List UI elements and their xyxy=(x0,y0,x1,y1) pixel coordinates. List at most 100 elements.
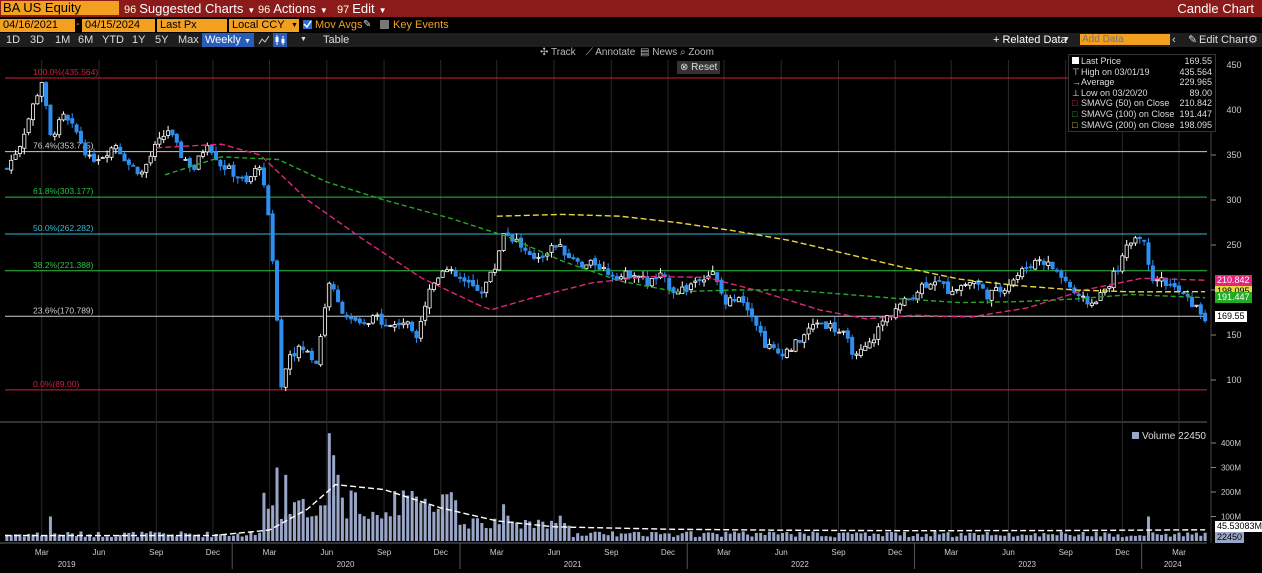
candle-body xyxy=(928,283,933,290)
volume-bar xyxy=(367,518,371,541)
reset-button[interactable]: ⊗ Reset xyxy=(677,61,721,74)
start-date-field[interactable]: 04/16/2021 xyxy=(0,19,75,32)
volume-bar xyxy=(454,500,458,541)
year-tick-label: 2019 xyxy=(58,560,76,569)
actions-menu[interactable]: 96 Actions ▼ xyxy=(258,0,328,17)
end-date-field[interactable]: 04/15/2024 xyxy=(82,19,155,32)
moving-average-line xyxy=(164,156,1206,304)
volume-bar xyxy=(850,533,854,541)
volume-bar xyxy=(384,512,388,541)
suggested-charts-menu[interactable]: 96 Suggested Charts ▼ xyxy=(124,0,255,17)
month-tick-label: Jun xyxy=(93,548,106,557)
candle-body xyxy=(1037,259,1042,262)
candle-body xyxy=(1059,270,1064,278)
volume-bar xyxy=(292,502,296,541)
candle-body xyxy=(148,155,153,164)
volume-tick-label: 300M xyxy=(1221,464,1241,473)
line-chart-icon[interactable] xyxy=(258,33,270,47)
volume-bar xyxy=(929,536,933,541)
chevron-down-icon[interactable]: ▼ xyxy=(300,33,307,47)
range-1y[interactable]: 1Y xyxy=(132,33,145,47)
volume-bar xyxy=(419,502,423,541)
volume-bar xyxy=(737,533,741,541)
currency-select[interactable]: Local CCY xyxy=(229,19,291,32)
volume-bar xyxy=(301,498,305,541)
range-max[interactable]: Max xyxy=(178,33,199,47)
candle-body xyxy=(540,255,545,258)
period-select[interactable]: Weekly ▼ xyxy=(202,33,254,47)
table-button[interactable]: Table xyxy=(323,33,349,47)
candle-chart-icon[interactable] xyxy=(273,33,287,47)
track-tool[interactable]: ✣ Track xyxy=(540,46,576,59)
range-ytd[interactable]: YTD xyxy=(102,33,124,47)
range-3d[interactable]: 3D xyxy=(30,33,44,47)
volume-bar xyxy=(432,511,436,541)
annotate-tool[interactable]: ⟋ Annotate xyxy=(586,46,635,59)
price-field-select[interactable]: Last Px xyxy=(157,19,227,32)
candle-body xyxy=(680,286,685,295)
actions-number: 96 xyxy=(258,4,271,16)
candle-body xyxy=(105,155,110,158)
candle-body xyxy=(44,82,49,107)
add-data-input[interactable] xyxy=(1080,34,1170,45)
candle-body xyxy=(131,164,136,167)
ticker-field[interactable]: BA US Equity xyxy=(1,1,119,15)
volume-bar xyxy=(175,536,179,541)
key-events-checkbox[interactable] xyxy=(380,20,389,29)
suggested-charts-label: Suggested Charts xyxy=(139,1,244,16)
volume-bar xyxy=(467,528,471,541)
fibonacci-label: 61.8%(303.177) xyxy=(33,186,94,196)
volume-bar xyxy=(885,532,889,541)
candle-body xyxy=(780,353,785,357)
chevron-down-icon[interactable]: ▼ xyxy=(291,19,299,32)
volume-bar xyxy=(841,532,845,541)
average-marker-icon: → xyxy=(1072,77,1081,88)
volume-bar xyxy=(1186,532,1190,541)
legend-last-price: Last Price 169.55 xyxy=(1072,56,1212,67)
candle-body xyxy=(745,302,750,311)
candle-body xyxy=(1129,242,1134,246)
edit-chart-button[interactable]: Edit Chart xyxy=(1199,33,1248,47)
volume-bar xyxy=(1168,536,1172,541)
volume-bar xyxy=(863,532,867,541)
gear-icon[interactable]: ⚙ xyxy=(1248,33,1258,47)
zoom-tool[interactable]: ⌕ Zoom xyxy=(680,46,714,59)
volume-bar xyxy=(719,536,723,541)
candle-body xyxy=(22,133,27,149)
month-tick-label: Mar xyxy=(263,548,277,557)
candle-body xyxy=(270,213,275,262)
range-6m[interactable]: 6M xyxy=(78,33,93,47)
volume-bar xyxy=(441,494,445,541)
legend-low-label: Low on 03/20/20 xyxy=(1081,87,1148,98)
candle-body xyxy=(1146,242,1151,265)
pencil-icon[interactable]: ✎ xyxy=(1188,33,1197,47)
candle-body xyxy=(1185,293,1190,297)
candle-body xyxy=(462,277,467,282)
volume-bar xyxy=(532,527,536,541)
candle-body xyxy=(871,339,876,344)
pencil-icon[interactable]: ✎ xyxy=(363,19,371,30)
candle-body xyxy=(126,159,131,165)
candle-body xyxy=(1046,261,1051,266)
volume-bar xyxy=(188,533,192,541)
related-data-button[interactable]: + Related Data xyxy=(993,33,1067,47)
range-1d[interactable]: 1D xyxy=(6,33,20,47)
volume-bar xyxy=(1138,535,1142,541)
chevron-left-icon[interactable]: ‹ xyxy=(1172,33,1176,47)
volume-bar xyxy=(584,535,588,541)
candle-body xyxy=(736,297,741,303)
volume-bar xyxy=(846,532,850,541)
chevron-down-icon: ▼ xyxy=(378,6,387,15)
candle-body xyxy=(78,130,83,143)
volume-bar xyxy=(855,532,859,541)
volume-bar xyxy=(1020,534,1024,541)
news-tool[interactable]: ▤ News xyxy=(640,46,677,59)
volume-bar xyxy=(1059,531,1063,541)
mov-avgs-checkbox[interactable] xyxy=(303,20,312,29)
volume-bar xyxy=(898,535,902,541)
range-1m[interactable]: 1M xyxy=(55,33,70,47)
edit-menu[interactable]: 97 Edit ▼ xyxy=(337,0,387,17)
range-5y[interactable]: 5Y xyxy=(155,33,168,47)
reset-icon: ⊗ xyxy=(680,62,689,73)
chevron-down-icon[interactable]: ▼ xyxy=(1063,33,1070,47)
